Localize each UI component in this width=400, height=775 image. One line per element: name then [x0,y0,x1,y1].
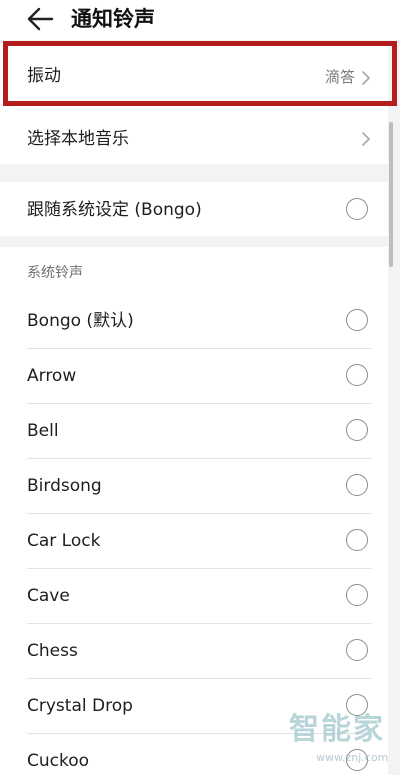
chevron-right-icon [362,132,370,146]
follow-system-row[interactable]: 跟随系统设定 (Bongo) [0,182,388,236]
system-ringtones-card: 系统铃声 Bongo (默认) Arrow Bell Birdsong Car … [0,247,388,775]
ringtone-radio[interactable] [346,364,368,386]
page-title: 通知铃声 [71,7,155,31]
ringtone-label: Cuckoo [27,751,90,771]
notification-ringtone-screen: 通知铃声 振动 滴答 选择本地音乐 跟随系统设定 (Bongo) 系统铃声 Bo [0,0,400,775]
ringtone-item-chess[interactable]: Chess [0,624,388,678]
watermark-logo: 智能家 [289,712,385,747]
highlight-box [3,41,397,106]
ringtone-label: Crystal Drop [27,696,133,716]
ringtone-label: Arrow [27,366,77,386]
scrollbar[interactable] [389,122,393,267]
arrow-left-icon[interactable] [26,6,54,32]
ringtone-item-cave[interactable]: Cave [0,569,388,623]
ringtone-label: Birdsong [27,476,102,496]
ringtone-item-arrow[interactable]: Arrow [0,349,388,403]
section-title: 系统铃声 [27,265,83,281]
ringtone-radio[interactable] [346,584,368,606]
header-bar: 通知铃声 [0,0,400,40]
ringtone-radio[interactable] [346,529,368,551]
local-music-row[interactable]: 选择本地音乐 [0,112,388,166]
ringtone-item-bongo[interactable]: Bongo (默认) [0,294,388,348]
ringtone-label: Bongo (默认) [27,311,134,331]
ringtone-label: Car Lock [27,531,101,551]
ringtone-label: Bell [27,421,59,441]
ringtone-radio[interactable] [346,419,368,441]
local-music-label: 选择本地音乐 [27,129,129,149]
ringtone-label: Chess [27,641,78,661]
ringtone-item-birdsong[interactable]: Birdsong [0,459,388,513]
ringtone-item-bell[interactable]: Bell [0,404,388,458]
ringtone-label: Cave [27,586,70,606]
ringtone-radio[interactable] [346,309,368,331]
follow-system-radio[interactable] [346,198,368,220]
ringtone-radio[interactable] [346,474,368,496]
follow-system-card: 跟随系统设定 (Bongo) [0,182,388,236]
follow-system-label: 跟随系统设定 (Bongo) [27,200,202,220]
watermark-url: www.znj.com [316,751,389,764]
ringtone-radio[interactable] [346,639,368,661]
ringtone-item-car-lock[interactable]: Car Lock [0,514,388,568]
